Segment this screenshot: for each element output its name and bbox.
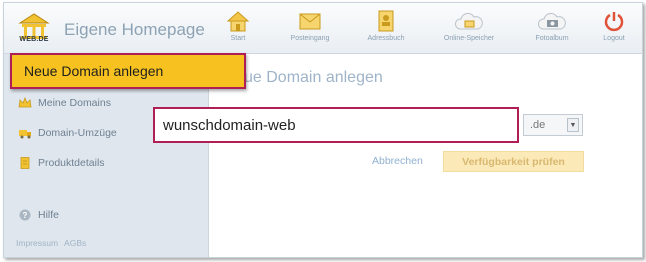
top-bar: WEB.DE Eigene Homepage Start Posteingang [4,3,642,54]
domain-name-input[interactable] [153,107,519,143]
sidebar-item-label: Meine Domains [38,97,111,109]
envelope-icon [299,13,321,30]
power-icon [604,12,624,32]
document-icon [20,157,30,169]
tld-select[interactable]: .de ▼ [523,114,583,136]
app-window: WEB.DE Eigene Homepage Start Posteingang [3,2,643,258]
nav-adressbuch[interactable]: Adressbuch [351,9,421,51]
page-title: ue Domain anlegen [244,69,383,86]
new-domain-button[interactable]: Neue Domain anlegen [10,53,246,89]
sidebar-item-label: Produktdetails [38,157,105,169]
check-availability-button[interactable]: Verfügbarkeit prüfen [443,151,584,172]
cloud-storage-icon [454,12,483,30]
nav-adressbuch-label: Adressbuch [367,35,405,42]
nav-online-speicher[interactable]: Online-Speicher [434,9,504,51]
sidebar-help-label: Hilfe [38,209,60,221]
nav-start-label: Start [230,35,246,42]
sidebar-item-domain-umzuege[interactable]: Domain-Umzüge [18,125,117,141]
sidebar-item-produktdetails[interactable]: Produktdetails [18,155,105,171]
svg-text:?: ? [23,211,28,220]
app-title: Eigene Homepage [64,20,205,39]
sidebar-item-meine-domains[interactable]: Meine Domains [18,95,111,111]
address-book-icon [378,10,394,32]
footer-links: Impressum AGBs [16,238,92,248]
nav-online-speicher-label: Online-Speicher [443,35,495,42]
logo-text: WEB.DE [19,36,49,43]
nav-posteingang[interactable]: Posteingang [275,9,345,51]
truck-icon [19,130,31,139]
crown-icon [18,97,32,108]
nav-fotoalbum-label: Fotoalbum [535,35,569,42]
nav-posteingang-label: Posteingang [290,35,330,42]
nav-start[interactable]: Start [203,9,273,51]
help-icon: ? [19,209,31,221]
house-icon [226,11,250,32]
chevron-down-icon[interactable]: ▼ [567,118,579,132]
tld-value: .de [530,119,546,131]
agbs-link[interactable]: AGBs [64,238,86,248]
impressum-link[interactable]: Impressum [16,238,58,248]
nav-fotoalbum[interactable]: Fotoalbum [517,9,587,51]
nav-logout-label: Logout [603,35,625,42]
nav-logout[interactable]: Logout [586,9,642,51]
camera-cloud-icon [537,12,566,30]
sidebar-item-hilfe[interactable]: ? Hilfe [18,207,59,223]
cancel-link[interactable]: Abbrechen [372,155,423,167]
sidebar-item-label: Domain-Umzüge [38,127,117,139]
